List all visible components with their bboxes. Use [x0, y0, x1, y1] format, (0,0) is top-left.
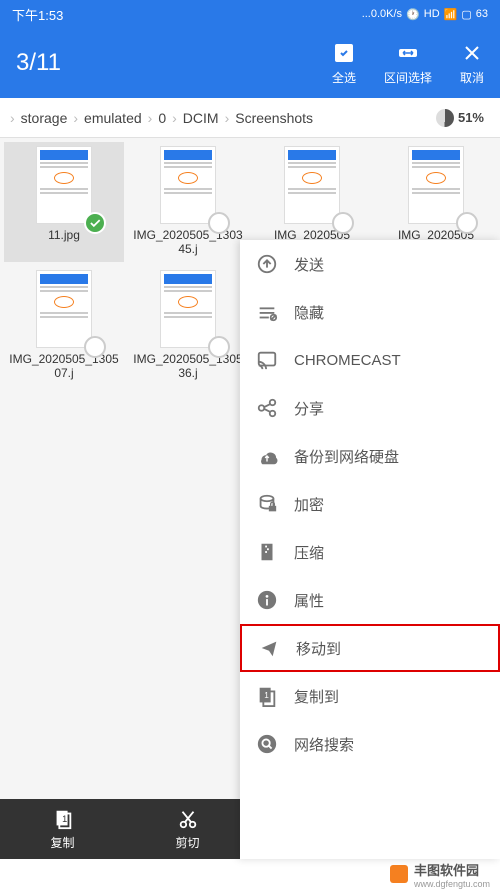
menu-item-cast[interactable]: CHROMECAST — [240, 336, 500, 384]
chevron-right-icon: › — [71, 110, 80, 126]
cut-button[interactable]: 剪切 — [125, 799, 250, 859]
menu-item-compress[interactable]: 压缩 — [240, 528, 500, 576]
breadcrumb-item[interactable]: storage — [17, 110, 72, 126]
net-speed: ...0.0K/s — [362, 8, 402, 20]
menu-item-label: CHROMECAST — [294, 352, 401, 369]
share-icon — [256, 397, 278, 419]
menu-item-share[interactable]: 分享 — [240, 384, 500, 432]
menu-item-label: 网络搜索 — [294, 734, 354, 755]
file-thumbnail — [284, 146, 340, 224]
copy-icon: 1 — [52, 808, 74, 830]
file-item[interactable]: IMG_2020505_130345.j — [128, 142, 248, 262]
menu-item-label: 发送 — [294, 254, 324, 275]
circle-icon[interactable] — [208, 212, 230, 234]
menu-item-label: 属性 — [294, 590, 324, 611]
breadcrumb-item[interactable]: emulated — [80, 110, 146, 126]
menu-item-label: 备份到网络硬盘 — [294, 446, 399, 467]
file-item[interactable]: 11.jpg — [4, 142, 124, 262]
menu-item-hide[interactable]: 隐藏 — [240, 288, 500, 336]
range-select-label: 区间选择 — [384, 69, 432, 86]
file-thumbnail — [36, 270, 92, 348]
watermark-url: www.dgfengtu.com — [414, 879, 490, 889]
file-item[interactable]: IMG_2020505_130536.j — [128, 266, 248, 386]
compress-icon — [256, 541, 278, 563]
watermark: 丰图软件园 www.dgfengtu.com — [0, 859, 500, 889]
chevron-right-icon: › — [146, 110, 155, 126]
menu-item-encrypt[interactable]: 加密 — [240, 480, 500, 528]
menu-item-label: 压缩 — [294, 542, 324, 563]
circle-icon[interactable] — [456, 212, 478, 234]
copy-icon: 1 — [256, 685, 278, 707]
info-icon — [256, 589, 278, 611]
context-menu: 发送 隐藏 CHROMECAST 分享 备份到网络硬盘 加密 压缩 属性 移动到… — [240, 240, 500, 859]
status-bar: 下午1:53 ...0.0K/s 🕐 HD 📶 ▢ 63 — [0, 0, 500, 28]
breadcrumb-item[interactable]: Screenshots — [231, 110, 317, 126]
menu-item-send[interactable]: 发送 — [240, 240, 500, 288]
select-all-label: 全选 — [332, 69, 356, 86]
chevron-right-icon: › — [223, 110, 232, 126]
checkbox-icon — [332, 41, 356, 65]
menu-item-label: 移动到 — [296, 638, 341, 659]
wifi-icon: 📶 — [444, 8, 458, 21]
battery-icon: ▢ — [461, 8, 471, 21]
chevron-right-icon: › — [170, 110, 179, 126]
circle-icon[interactable] — [84, 336, 106, 358]
cast-icon — [256, 349, 278, 371]
chevron-right-icon: › — [8, 110, 17, 126]
storage-indicator[interactable]: 51% — [428, 107, 492, 129]
cut-label: 剪切 — [175, 834, 199, 851]
battery-pct: 63 — [476, 8, 488, 20]
copy-button[interactable]: 1 复制 — [0, 799, 125, 859]
menu-item-search[interactable]: 网络搜索 — [240, 720, 500, 768]
check-circle-icon[interactable] — [84, 212, 106, 234]
selection-counter: 3/11 — [16, 49, 61, 77]
file-name-label: IMG_2020505_130536.j — [130, 352, 246, 382]
clock-icon: 🕐 — [406, 8, 420, 21]
hd-badge: HD — [424, 8, 440, 20]
menu-item-move[interactable]: 移动到 — [240, 624, 500, 672]
file-name-label: IMG_2020505_130345.j — [130, 228, 246, 258]
menu-item-copy[interactable]: 1 复制到 — [240, 672, 500, 720]
file-name-label: 11.jpg — [48, 228, 80, 258]
svg-text:1: 1 — [62, 813, 67, 823]
cut-icon — [177, 808, 199, 830]
menu-item-label: 加密 — [294, 494, 324, 515]
file-name-label: IMG_2020505_130507.j — [6, 352, 122, 382]
select-all-button[interactable]: 全选 — [332, 41, 356, 86]
send-icon — [256, 253, 278, 275]
hide-icon — [256, 301, 278, 323]
storage-pct: 51% — [458, 110, 484, 125]
status-time: 下午1:53 — [12, 5, 63, 24]
file-thumbnail — [160, 270, 216, 348]
menu-item-cloud[interactable]: 备份到网络硬盘 — [240, 432, 500, 480]
copy-label: 复制 — [50, 834, 74, 851]
breadcrumb-item[interactable]: 0 — [154, 110, 170, 126]
pie-icon — [436, 109, 454, 127]
range-select-button[interactable]: 区间选择 — [384, 41, 432, 86]
file-thumbnail — [160, 146, 216, 224]
menu-item-label: 复制到 — [294, 686, 339, 707]
watermark-logo-icon — [390, 865, 408, 883]
breadcrumb-item[interactable]: DCIM — [179, 110, 223, 126]
circle-icon[interactable] — [208, 336, 230, 358]
breadcrumb[interactable]: › storage › emulated › 0 › DCIM › Screen… — [0, 98, 500, 138]
svg-text:1: 1 — [264, 691, 269, 700]
file-thumbnail — [36, 146, 92, 224]
cancel-button[interactable]: 取消 — [460, 41, 484, 86]
menu-item-info[interactable]: 属性 — [240, 576, 500, 624]
file-thumbnail — [408, 146, 464, 224]
file-item[interactable]: IMG_2020505_130507.j — [4, 266, 124, 386]
menu-item-label: 分享 — [294, 398, 324, 419]
close-icon — [460, 41, 484, 65]
menu-item-label: 隐藏 — [294, 302, 324, 323]
range-icon — [396, 41, 420, 65]
circle-icon[interactable] — [332, 212, 354, 234]
move-icon — [258, 637, 280, 659]
cloud-icon — [256, 445, 278, 467]
search-icon — [256, 733, 278, 755]
cancel-label: 取消 — [460, 69, 484, 86]
selection-toolbar: 3/11 全选 区间选择 取消 — [0, 28, 500, 98]
watermark-text: 丰图软件园 — [414, 860, 490, 879]
encrypt-icon — [256, 493, 278, 515]
